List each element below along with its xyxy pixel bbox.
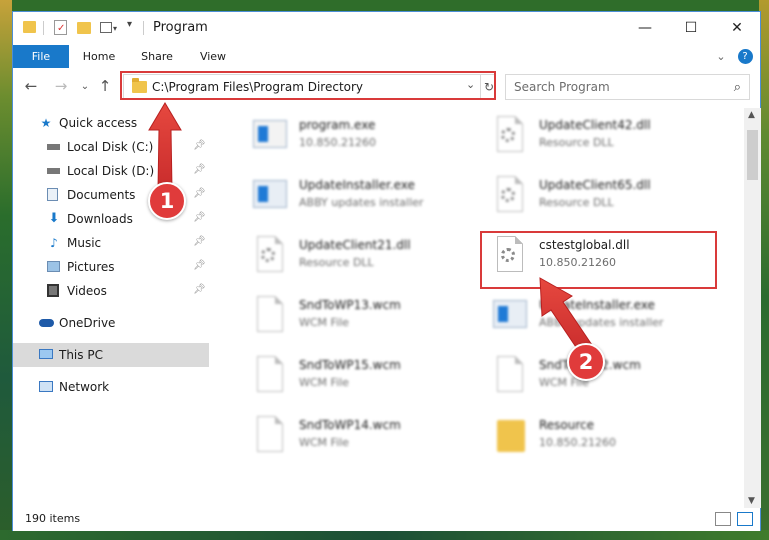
arrow-1 (148, 102, 182, 191)
callout-1: 1 (148, 182, 186, 220)
callout-2: 2 (567, 343, 605, 381)
annotation-arrows (148, 102, 595, 357)
